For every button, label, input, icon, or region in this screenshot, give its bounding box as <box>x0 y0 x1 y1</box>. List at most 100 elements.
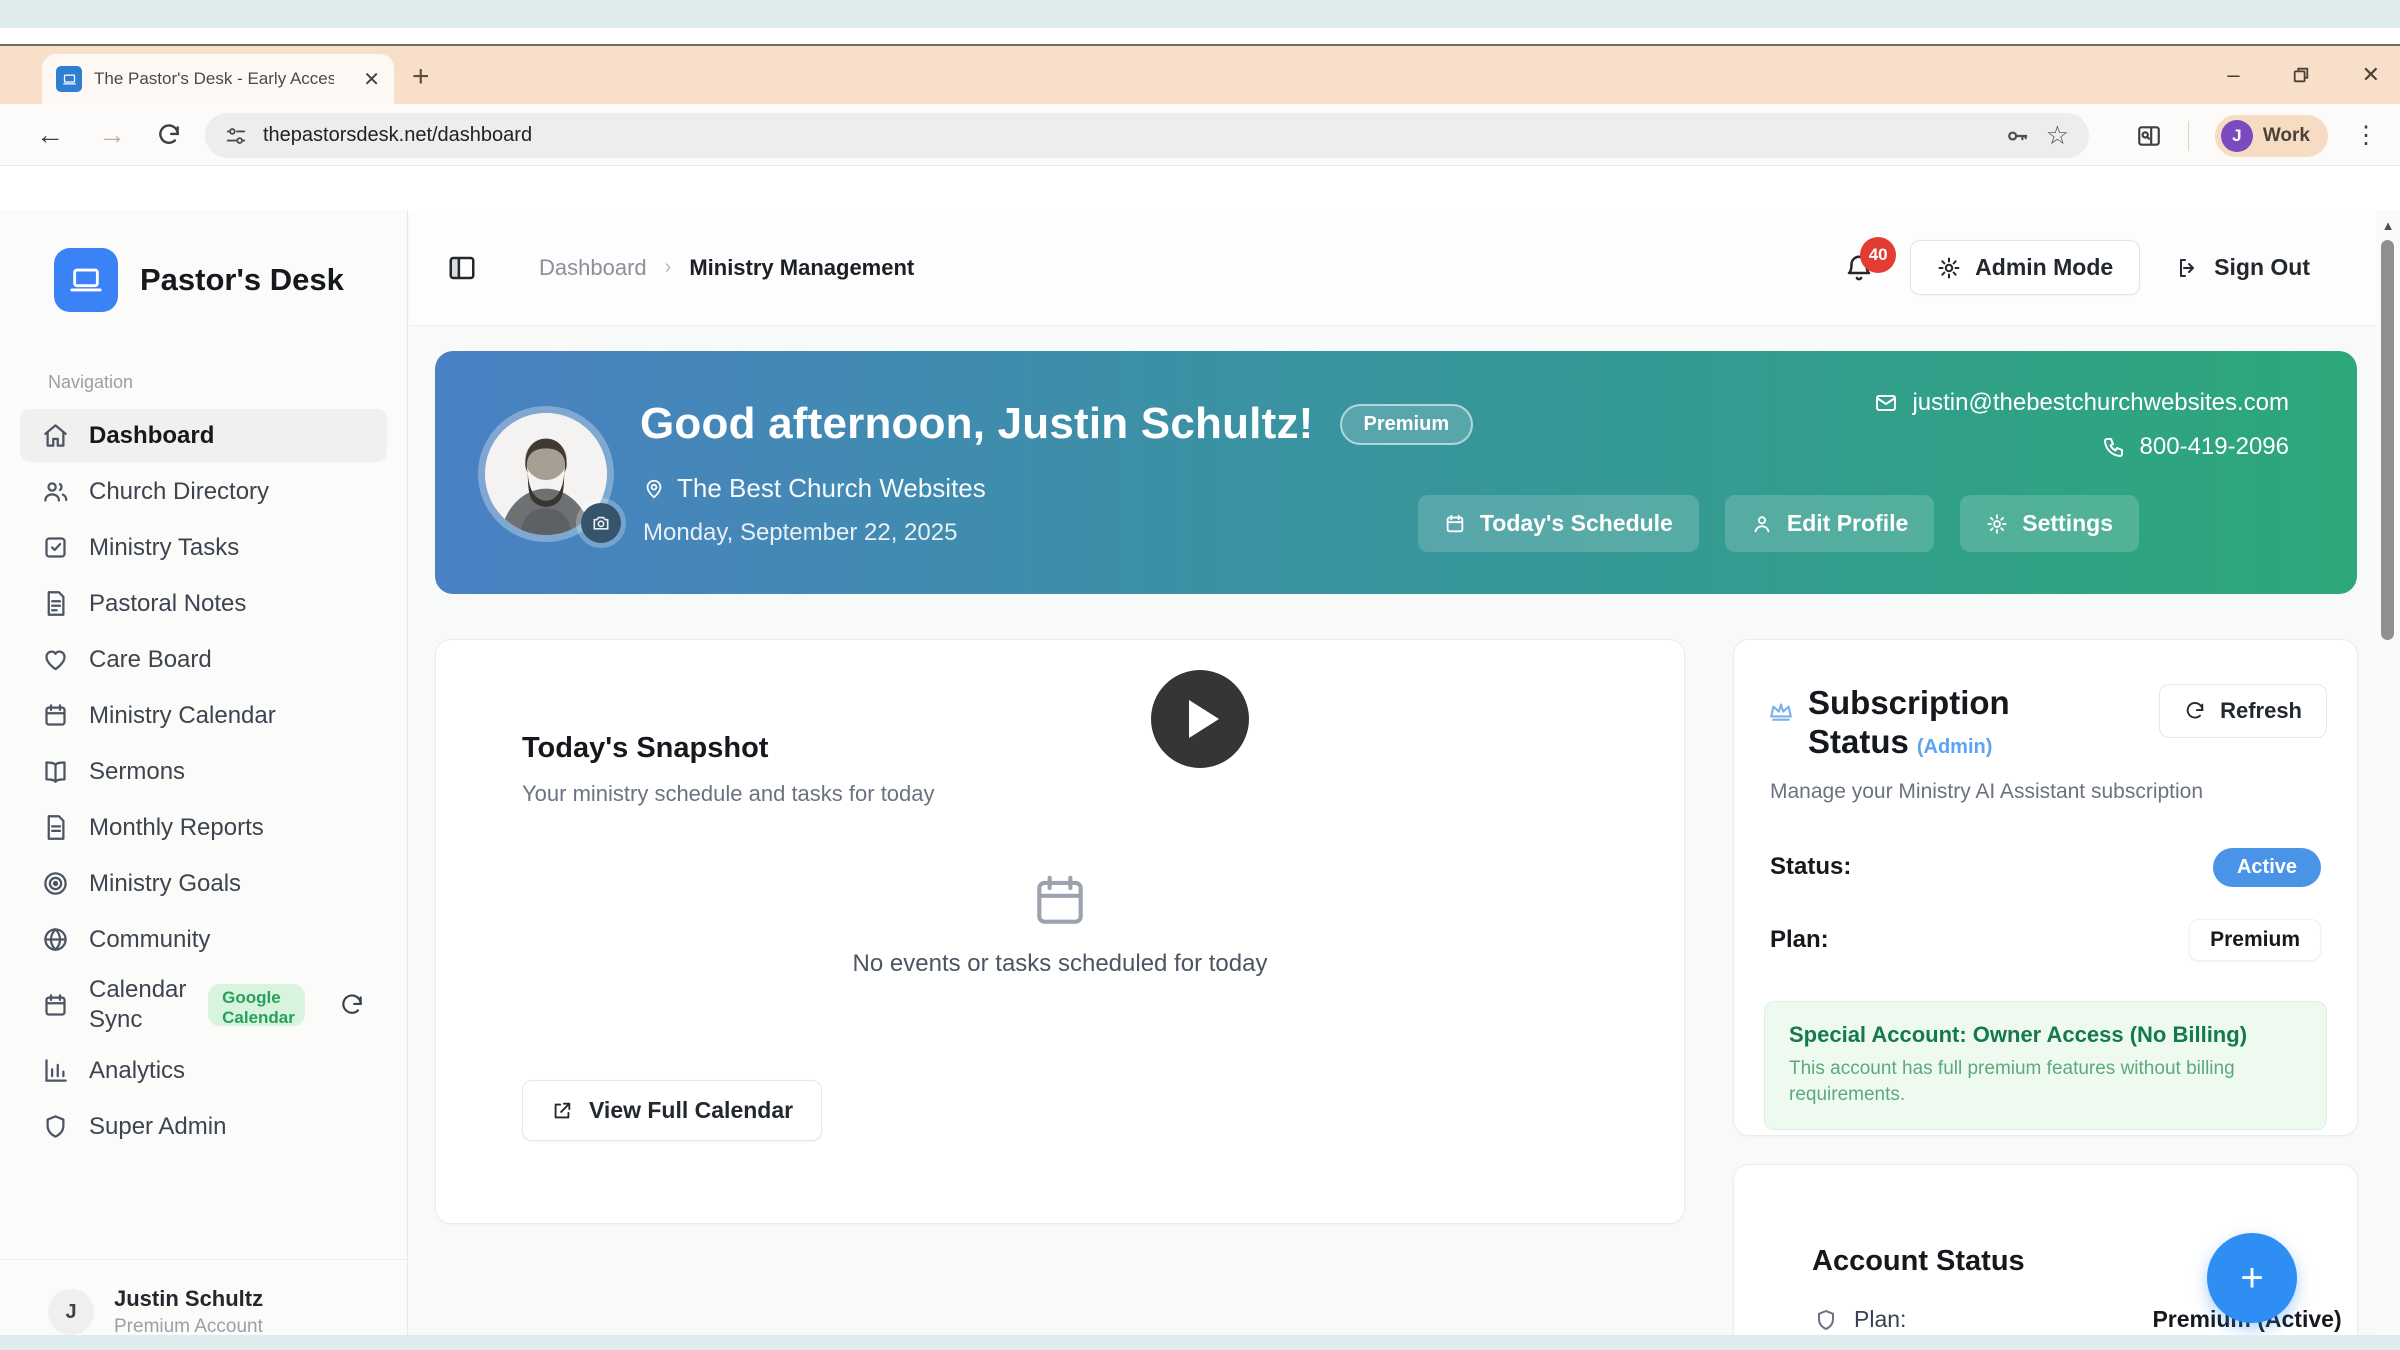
sidebar-item-community[interactable]: Community <box>20 913 387 966</box>
scroll-up-icon[interactable]: ▲ <box>2376 218 2400 233</box>
browser-toolbar: ← → thepastorsdesk.net/dashboard ☆ <box>0 104 2400 166</box>
browser-menu-icon[interactable]: ⋮ <box>2354 121 2378 150</box>
phone-icon <box>2102 435 2126 459</box>
sidebar-item-label: Ministry Tasks <box>89 534 239 562</box>
book-open-icon <box>42 758 69 785</box>
special-account-title: Special Account: Owner Access (No Billin… <box>1789 1022 2302 1048</box>
forward-button[interactable]: → <box>98 119 126 151</box>
user-avatar: J <box>48 1289 94 1335</box>
breadcrumb-current: Ministry Management <box>689 255 914 281</box>
calendar-empty-icon <box>1029 870 1091 932</box>
sidebar-item-label: Church Directory <box>89 478 269 506</box>
shield-icon <box>42 1113 69 1140</box>
sidebar-item-ministry-goals[interactable]: Ministry Goals <box>20 857 387 910</box>
back-button[interactable]: ← <box>36 119 64 151</box>
browser-window: The Pastor's Desk - Early Access ✕ + – ✕… <box>0 44 2400 1336</box>
tab-title: The Pastor's Desk - Early Access <box>94 69 334 89</box>
target-icon <box>42 870 69 897</box>
crown-icon <box>1768 698 1794 762</box>
heart-icon <box>42 646 69 673</box>
admin-mode-button[interactable]: Admin Mode <box>1910 240 2140 295</box>
calendar-icon <box>42 992 69 1019</box>
edit-profile-button[interactable]: Edit Profile <box>1725 495 1934 552</box>
window-close-button[interactable]: ✕ <box>2362 62 2380 88</box>
browser-profile-button[interactable]: J Work <box>2215 115 2328 157</box>
snapshot-subtitle: Your ministry schedule and tasks for tod… <box>436 765 1684 807</box>
sidebar-user[interactable]: J Justin Schultz Premium Account <box>0 1259 407 1338</box>
page-header: Dashboard › Ministry Management 40 Admin… <box>409 210 2400 326</box>
edit-profile-label: Edit Profile <box>1787 510 1908 537</box>
user-email: justin@thebestchurchwebsites.com <box>1912 389 2289 417</box>
sidebar-item-sermons[interactable]: Sermons <box>20 745 387 798</box>
refresh-button[interactable]: Refresh <box>2159 684 2327 738</box>
sidebar-item-church-directory[interactable]: Church Directory <box>20 465 387 518</box>
organization-name: The Best Church Websites <box>677 473 986 504</box>
sidebar-item-calendar-sync[interactable]: Calendar Sync Google Calendar Synced <box>20 969 387 1041</box>
person-icon <box>1751 513 1773 535</box>
status-label: Status: <box>1770 853 1851 881</box>
url-text[interactable]: thepastorsdesk.net/dashboard <box>263 124 1988 147</box>
sidebar-item-care-board[interactable]: Care Board <box>20 633 387 686</box>
side-panel-search-icon[interactable] <box>2136 123 2162 149</box>
window-minimize-button[interactable]: – <box>2227 62 2239 88</box>
nav-list: Dashboard Church Directory Ministry Task… <box>0 409 407 1153</box>
scrollbar-thumb[interactable] <box>2381 240 2394 640</box>
settings-button[interactable]: Settings <box>1960 495 2139 552</box>
browser-tab[interactable]: The Pastor's Desk - Early Access ✕ <box>42 54 394 104</box>
account-plan-label: Plan: <box>1854 1306 1906 1333</box>
special-account-notice: Special Account: Owner Access (No Billin… <box>1764 1001 2327 1130</box>
sidebar-item-analytics[interactable]: Analytics <box>20 1044 387 1097</box>
reload-button[interactable] <box>156 122 182 148</box>
video-play-button[interactable] <box>1151 670 1249 768</box>
laptop-logo-icon <box>54 248 118 312</box>
notifications-button[interactable]: 40 <box>1844 253 1874 283</box>
breadcrumb-dashboard[interactable]: Dashboard <box>539 255 647 281</box>
todays-schedule-button[interactable]: Today's Schedule <box>1418 495 1699 552</box>
new-tab-button[interactable]: + <box>412 60 430 94</box>
admin-mode-label: Admin Mode <box>1975 254 2113 281</box>
sign-out-button[interactable]: Sign Out <box>2176 254 2310 281</box>
sidebar-item-label: Sermons <box>89 758 185 786</box>
sidebar-item-label: Super Admin <box>89 1113 226 1141</box>
play-icon <box>1189 700 1219 738</box>
welcome-banner: Good afternoon, Justin Schultz! Premium … <box>435 351 2357 594</box>
tab-close-icon[interactable]: ✕ <box>363 67 380 92</box>
camera-icon[interactable] <box>581 503 621 543</box>
profile-avatar: J <box>2221 120 2253 152</box>
sidebar-item-ministry-tasks[interactable]: Ministry Tasks <box>20 521 387 574</box>
sidebar-item-super-admin[interactable]: Super Admin <box>20 1100 387 1153</box>
sidebar-item-label: Calendar Sync <box>89 975 188 1035</box>
sidebar-toggle-icon[interactable] <box>447 253 477 283</box>
window-maximize-button[interactable] <box>2292 66 2310 84</box>
bookmark-star-icon[interactable]: ☆ <box>2046 120 2069 151</box>
subscription-title: Subscription Status(Admin) <box>1808 684 2010 762</box>
password-key-icon[interactable] <box>2004 123 2030 149</box>
account-status-card: Account Status Plan: Premium (Active) + <box>1733 1164 2358 1350</box>
status-active-badge: Active <box>2213 848 2321 887</box>
user-name: Justin Schultz <box>114 1286 263 1312</box>
sidebar-item-ministry-calendar[interactable]: Ministry Calendar <box>20 689 387 742</box>
current-date: Monday, September 22, 2025 <box>643 519 957 547</box>
browser-titlebar: The Pastor's Desk - Early Access ✕ + – ✕ <box>0 46 2400 104</box>
page-scrollbar[interactable]: ▲ ▼ <box>2376 210 2400 1350</box>
refresh-label: Refresh <box>2220 698 2302 724</box>
sign-out-label: Sign Out <box>2214 254 2310 281</box>
sidebar-item-dashboard[interactable]: Dashboard <box>20 409 387 462</box>
sidebar-item-monthly-reports[interactable]: Monthly Reports <box>20 801 387 854</box>
view-full-calendar-button[interactable]: View Full Calendar <box>522 1080 822 1141</box>
add-fab-button[interactable]: + <box>2207 1233 2297 1323</box>
users-icon <box>42 478 69 505</box>
sidebar-item-label: Dashboard <box>89 422 214 450</box>
site-settings-icon[interactable] <box>225 125 247 147</box>
subscription-status-card: Subscription Status(Admin) Refresh Manag… <box>1733 639 2358 1136</box>
sidebar-item-label: Ministry Goals <box>89 870 241 898</box>
chevron-right-icon: › <box>665 256 672 279</box>
special-account-body: This account has full premium features w… <box>1789 1056 2269 1109</box>
sidebar: Pastor's Desk Navigation Dashboard Churc… <box>0 210 408 1350</box>
url-bar[interactable]: thepastorsdesk.net/dashboard ☆ <box>205 113 2089 158</box>
nav-section-label: Navigation <box>0 312 407 409</box>
app-content: Pastor's Desk Navigation Dashboard Churc… <box>0 210 2400 1350</box>
todays-snapshot-card: Today's Snapshot Your ministry schedule … <box>435 639 1685 1224</box>
sync-refresh-icon[interactable] <box>339 992 365 1018</box>
sidebar-item-pastoral-notes[interactable]: Pastoral Notes <box>20 577 387 630</box>
